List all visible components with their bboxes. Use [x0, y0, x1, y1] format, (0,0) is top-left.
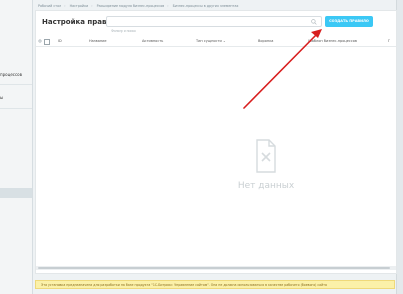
column-entity-type-label: Тип сущности	[196, 39, 222, 43]
right-panel-strip	[396, 0, 403, 294]
search-field[interactable]	[106, 16, 322, 36]
dev-warning-banner: Эта установка предназначена для разработ…	[35, 280, 395, 289]
main-panel: Настройка правил СОЗДАТЬ ПРАВИЛО ID Назв…	[35, 10, 397, 274]
column-bp-template[interactable]: Шаблон бизнес-процессов	[308, 39, 357, 43]
search-input[interactable]	[107, 26, 307, 36]
left-sidebar: процессов ы	[0, 0, 33, 294]
breadcrumb-item-desktop[interactable]: Рабочий стол	[38, 4, 61, 8]
sidebar-item-other[interactable]: ы	[0, 95, 3, 100]
sidebar-item-processes[interactable]: процессов	[0, 72, 22, 77]
create-rule-button[interactable]: СОЗДАТЬ ПРАВИЛО	[325, 16, 373, 27]
breadcrumb-item-settings[interactable]: Настройки	[70, 4, 89, 8]
empty-state-text: Нет данных	[237, 181, 295, 191]
table-header: ID Название Активность Тип сущности ⌄ Во…	[36, 36, 396, 47]
column-entity-type[interactable]: Тип сущности ⌄	[196, 39, 226, 43]
select-all-checkbox[interactable]	[44, 39, 50, 45]
sidebar-divider	[0, 84, 32, 85]
breadcrumb-item-bp-extension[interactable]: Расширение модуля бизнес-процессов	[97, 4, 165, 8]
sort-icon: ⌄	[222, 39, 226, 43]
sidebar-item-active[interactable]	[0, 188, 32, 198]
empty-document-icon	[256, 139, 276, 173]
column-id[interactable]: ID	[58, 39, 62, 43]
search-icon[interactable]	[311, 19, 317, 25]
column-name[interactable]: Название	[89, 39, 107, 43]
scrollbar-thumb[interactable]	[38, 267, 390, 269]
horizontal-scrollbar[interactable]	[36, 266, 396, 270]
breadcrumb: Рабочий стол › Настройки › Расширение моду…	[38, 4, 239, 8]
column-activity[interactable]: Активность	[142, 39, 163, 43]
sidebar-divider	[0, 108, 32, 109]
gear-icon[interactable]	[38, 39, 42, 43]
column-funnel[interactable]: Воронка	[258, 39, 273, 43]
breadcrumb-item-current[interactable]: Бизнес-процессы в других элементах	[173, 4, 239, 8]
column-extra[interactable]: Г	[388, 39, 390, 43]
